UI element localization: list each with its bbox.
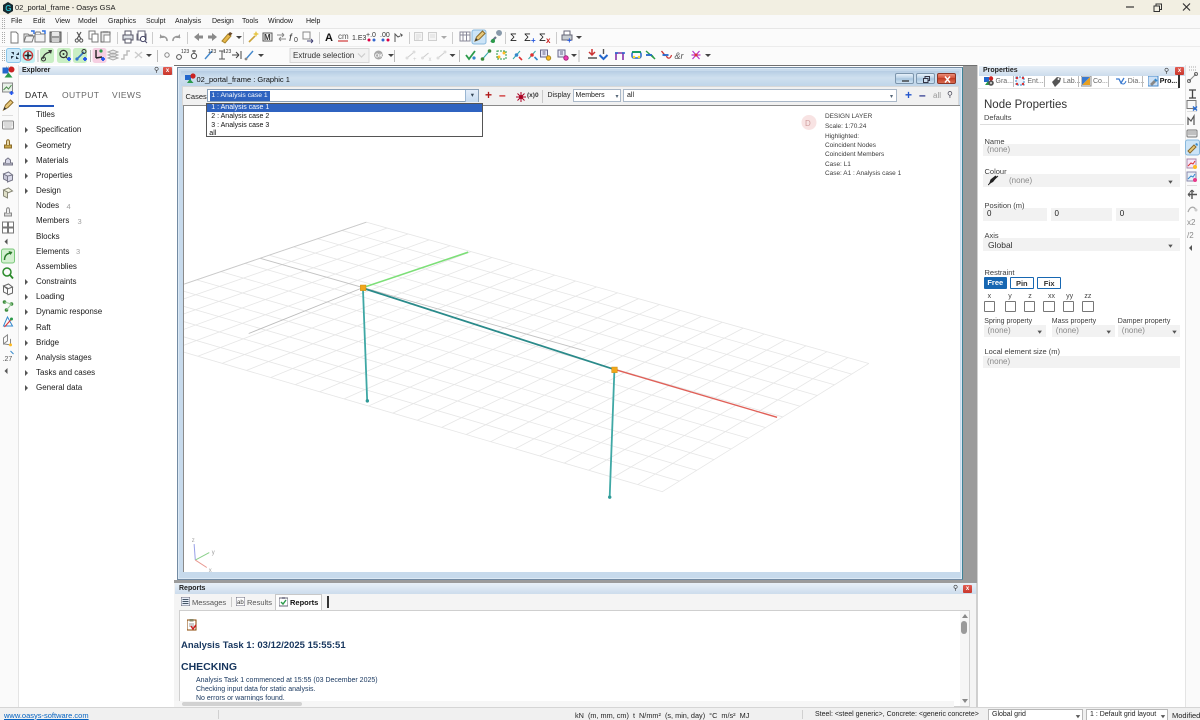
svg-text:Σ: Σ — [510, 32, 517, 44]
svg-text:x2: x2 — [1187, 218, 1196, 227]
svg-text:+.0: +.0 — [366, 32, 376, 39]
svg-text:Highlighted:: Highlighted: — [825, 133, 859, 140]
svg-text:+: + — [531, 36, 536, 45]
svg-text:A: A — [325, 32, 333, 44]
svg-text:x: x — [429, 57, 432, 63]
svg-text:123: 123 — [208, 49, 217, 55]
svg-text:Σ: Σ — [524, 32, 531, 44]
svg-text:&r: &r — [675, 51, 685, 61]
svg-text:123: 123 — [181, 49, 190, 55]
svg-text:M: M — [264, 33, 271, 42]
svg-text:Coincident Members: Coincident Members — [825, 151, 884, 158]
svg-text:OK: OK — [375, 54, 383, 60]
svg-text:+: + — [413, 57, 417, 63]
svg-text:Case: L1: Case: L1 — [825, 161, 851, 168]
svg-text:.00: .00 — [380, 32, 390, 39]
svg-text:z: z — [192, 538, 195, 544]
svg-text:DESIGN LAYER: DESIGN LAYER — [825, 113, 873, 120]
svg-text:Σ: Σ — [539, 32, 546, 44]
svg-text:+: + — [567, 36, 572, 45]
svg-text:Scale: 1:70.24: Scale: 1:70.24 — [825, 123, 867, 130]
svg-text:x: x — [546, 36, 551, 45]
svg-text:0: 0 — [294, 37, 298, 44]
svg-text:y: y — [212, 550, 215, 556]
svg-text:D: D — [805, 119, 811, 128]
svg-text:Extrude selection: Extrude selection — [293, 51, 354, 60]
svg-text:Case: A1 : Analysis case 1: Case: A1 : Analysis case 1 — [825, 170, 902, 177]
svg-text:G: G — [5, 4, 11, 13]
svg-text:.27: .27 — [3, 356, 13, 363]
svg-text:Coincident Nodes: Coincident Nodes — [825, 142, 876, 149]
svg-text:f: f — [289, 33, 293, 44]
svg-text:1.E3: 1.E3 — [352, 35, 367, 42]
svg-text:cm: cm — [338, 32, 349, 41]
svg-text:/2: /2 — [1187, 231, 1194, 240]
svg-text:ab: ab — [237, 600, 244, 606]
svg-text:123: 123 — [223, 49, 232, 55]
svg-text:x: x — [209, 568, 212, 572]
